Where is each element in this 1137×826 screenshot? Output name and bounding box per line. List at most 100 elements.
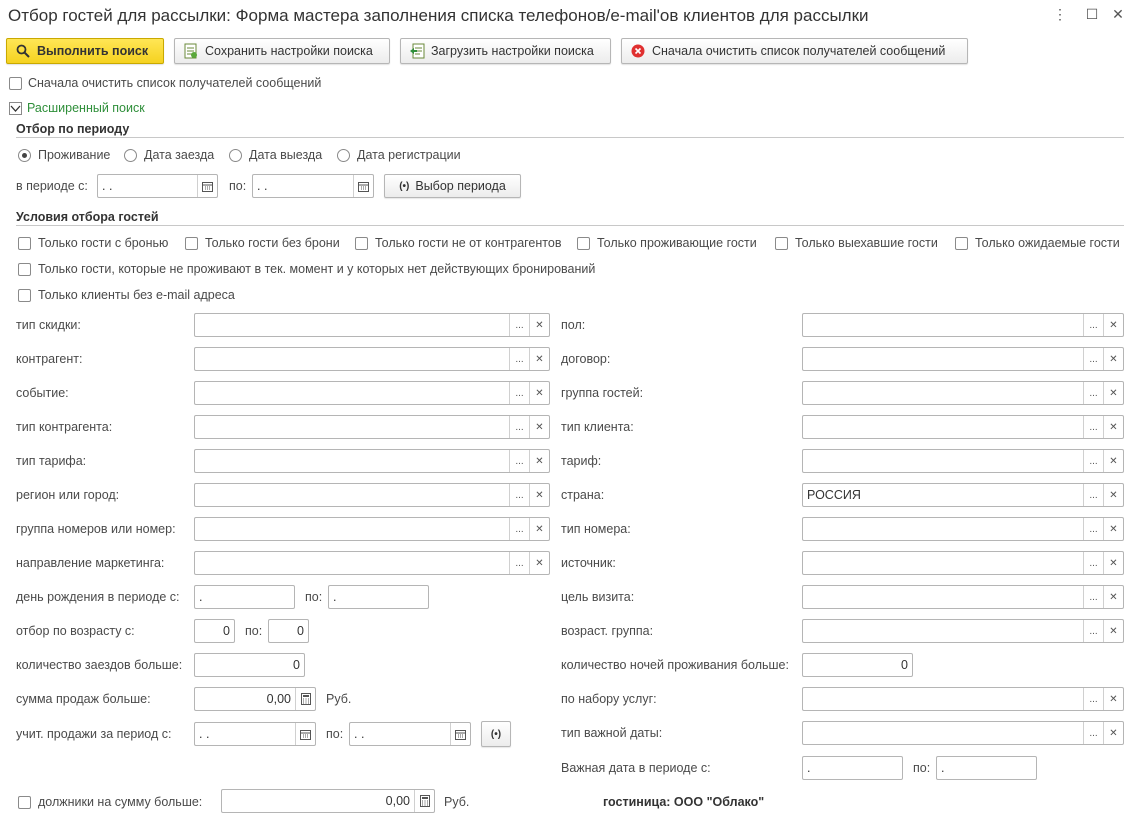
- clear-icon[interactable]: ✕: [1103, 450, 1123, 472]
- more-menu-icon[interactable]: ⋮: [1049, 6, 1071, 23]
- clear-icon[interactable]: ✕: [1103, 552, 1123, 574]
- select-button[interactable]: ...: [1083, 518, 1103, 540]
- select-button[interactable]: ...: [1083, 688, 1103, 710]
- clear-icon[interactable]: ✕: [529, 450, 549, 472]
- close-icon[interactable]: ✕: [1107, 6, 1129, 23]
- region-input[interactable]: ... ✕: [194, 483, 550, 507]
- radio-arrival[interactable]: [124, 149, 137, 162]
- room-group-input[interactable]: ... ✕: [194, 517, 550, 541]
- calendar-icon[interactable]: [197, 175, 217, 197]
- calculator-icon[interactable]: [295, 688, 315, 710]
- tariff-input[interactable]: ... ✕: [802, 449, 1124, 473]
- clear-icon[interactable]: ✕: [529, 382, 549, 404]
- marketing-input[interactable]: ... ✕: [194, 551, 550, 575]
- select-button[interactable]: ...: [1083, 416, 1103, 438]
- services-input[interactable]: ... ✕: [802, 687, 1124, 711]
- select-button[interactable]: ...: [1083, 382, 1103, 404]
- birthday-from-input[interactable]: .: [194, 585, 295, 609]
- select-button[interactable]: ...: [509, 382, 529, 404]
- clear-icon[interactable]: ✕: [1103, 518, 1123, 540]
- source-input[interactable]: ... ✕: [802, 551, 1124, 575]
- select-button[interactable]: ...: [509, 348, 529, 370]
- clear-first-checkbox[interactable]: [9, 77, 22, 90]
- country-input[interactable]: РОССИЯ... ✕: [802, 483, 1124, 507]
- load-settings-button[interactable]: Загрузить настройки поиска: [400, 38, 611, 64]
- select-button[interactable]: ...: [1083, 620, 1103, 642]
- only-departed-checkbox[interactable]: [775, 237, 788, 250]
- checkins-input[interactable]: 0: [194, 653, 305, 677]
- room-type-input[interactable]: ... ✕: [802, 517, 1124, 541]
- clear-icon[interactable]: ✕: [529, 484, 549, 506]
- guest-group-input[interactable]: ... ✕: [802, 381, 1124, 405]
- clear-icon[interactable]: ✕: [529, 348, 549, 370]
- age-to-input[interactable]: 0: [268, 619, 309, 643]
- contractor-type-input[interactable]: ... ✕: [194, 415, 550, 439]
- debtors-checkbox[interactable]: [18, 796, 31, 809]
- visit-purpose-input[interactable]: ... ✕: [802, 585, 1124, 609]
- contractor-input[interactable]: ... ✕: [194, 347, 550, 371]
- debtors-input[interactable]: 0,00: [221, 789, 435, 813]
- only-without-booking-checkbox[interactable]: [185, 237, 198, 250]
- client-type-input[interactable]: ... ✕: [802, 415, 1124, 439]
- important-date-from-input[interactable]: .: [802, 756, 903, 780]
- clear-icon[interactable]: ✕: [529, 314, 549, 336]
- sales-period-from-input[interactable]: . .: [194, 722, 316, 746]
- save-settings-button[interactable]: Сохранить настройки поиска: [174, 38, 390, 64]
- period-from-input[interactable]: . .: [97, 174, 218, 198]
- sales-input[interactable]: 0,00: [194, 687, 316, 711]
- clear-icon[interactable]: ✕: [529, 416, 549, 438]
- clear-icon[interactable]: ✕: [1103, 586, 1123, 608]
- contract-input[interactable]: ... ✕: [802, 347, 1124, 371]
- clear-icon[interactable]: ✕: [1103, 688, 1123, 710]
- select-button[interactable]: ...: [1083, 348, 1103, 370]
- sales-period-to-input[interactable]: . .: [349, 722, 471, 746]
- select-button[interactable]: ...: [509, 484, 529, 506]
- clear-icon[interactable]: ✕: [1103, 722, 1123, 744]
- sales-period-select-button[interactable]: (•): [481, 721, 511, 747]
- important-date-type-input[interactable]: ... ✕: [802, 721, 1124, 745]
- clear-icon[interactable]: ✕: [1103, 484, 1123, 506]
- birthday-to-input[interactable]: .: [328, 585, 429, 609]
- select-button[interactable]: ...: [1083, 484, 1103, 506]
- clear-icon[interactable]: ✕: [1103, 382, 1123, 404]
- clear-icon[interactable]: ✕: [1103, 348, 1123, 370]
- event-input[interactable]: ... ✕: [194, 381, 550, 405]
- nights-input[interactable]: 0: [802, 653, 913, 677]
- clear-icon[interactable]: ✕: [1103, 314, 1123, 336]
- select-button[interactable]: ...: [509, 314, 529, 336]
- select-button[interactable]: ...: [509, 552, 529, 574]
- calendar-icon[interactable]: [353, 175, 373, 197]
- only-staying-checkbox[interactable]: [577, 237, 590, 250]
- select-button[interactable]: ...: [509, 450, 529, 472]
- select-button[interactable]: ...: [1083, 314, 1103, 336]
- only-not-staying-no-booking-checkbox[interactable]: [18, 263, 31, 276]
- maximize-icon[interactable]: ☐: [1081, 6, 1103, 23]
- radio-stay[interactable]: [18, 149, 31, 162]
- select-button[interactable]: ...: [1083, 586, 1103, 608]
- clear-icon[interactable]: ✕: [529, 552, 549, 574]
- only-expected-checkbox[interactable]: [955, 237, 968, 250]
- tariff-type-input[interactable]: ... ✕: [194, 449, 550, 473]
- age-group-input[interactable]: ... ✕: [802, 619, 1124, 643]
- clear-recipients-button[interactable]: Сначала очистить список получателей сооб…: [621, 38, 968, 64]
- calendar-icon[interactable]: [450, 723, 470, 745]
- select-button[interactable]: ...: [1083, 722, 1103, 744]
- radio-registration[interactable]: [337, 149, 350, 162]
- clear-icon[interactable]: ✕: [1103, 416, 1123, 438]
- age-from-input[interactable]: 0: [194, 619, 235, 643]
- radio-departure[interactable]: [229, 149, 242, 162]
- advanced-search-toggle[interactable]: [9, 102, 22, 115]
- clear-icon[interactable]: ✕: [529, 518, 549, 540]
- advanced-search-label[interactable]: Расширенный поиск: [27, 101, 145, 115]
- clear-icon[interactable]: ✕: [1103, 620, 1123, 642]
- discount-type-input[interactable]: ... ✕: [194, 313, 550, 337]
- gender-input[interactable]: ... ✕: [802, 313, 1124, 337]
- run-search-button[interactable]: Выполнить поиск: [6, 38, 164, 64]
- calendar-icon[interactable]: [295, 723, 315, 745]
- select-button[interactable]: ...: [509, 518, 529, 540]
- only-not-from-contractors-checkbox[interactable]: [355, 237, 368, 250]
- only-with-booking-checkbox[interactable]: [18, 237, 31, 250]
- only-without-email-checkbox[interactable]: [18, 289, 31, 302]
- period-to-input[interactable]: . .: [252, 174, 374, 198]
- important-date-to-input[interactable]: .: [936, 756, 1037, 780]
